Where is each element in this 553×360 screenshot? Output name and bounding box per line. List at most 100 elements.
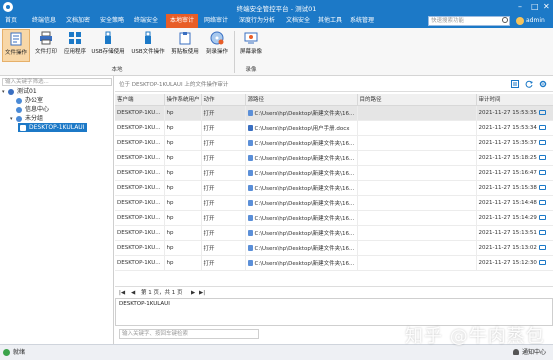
exe-file-icon (247, 155, 253, 161)
screenshot-monitor-icon[interactable] (538, 109, 546, 115)
screenshot-monitor-icon[interactable] (538, 184, 546, 190)
table-row[interactable]: DESKTOP-1KU... hp 打开 C:\Users\hp\Desktop… (115, 195, 553, 211)
table-row[interactable]: DESKTOP-1KU... hp 打开 C:\Users\hp\Desktop… (115, 165, 553, 181)
file-print-button[interactable]: 文件打印 (32, 29, 60, 62)
group-icon (8, 88, 14, 95)
screen-record-button[interactable]: 屏幕录像 (237, 29, 265, 62)
cell-audit-time: 2021-11-27 15:13:02 (476, 240, 553, 256)
cell-dest-path (357, 195, 477, 211)
clipboard-usage-label: 剪贴板使用 (171, 49, 199, 55)
file-operation-button[interactable]: 文件操作 (2, 29, 30, 62)
minimize-icon[interactable]: – (518, 1, 522, 12)
table-row[interactable]: DESKTOP-1KU... hp 打开 C:\Users\hp\Desktop… (115, 225, 553, 241)
cell-dest-path (357, 165, 477, 181)
screenshot-monitor-icon[interactable] (538, 199, 546, 205)
tree-node-desktop-1kulaui[interactable]: DESKTOP-1KULAUI (18, 123, 88, 132)
audit-time-text: 2021-11-27 15:12:30 (478, 259, 537, 266)
menu-item-behavior-analysis[interactable]: 深度行为分析 (236, 14, 278, 28)
column-header-client[interactable]: 客户端 (115, 94, 165, 106)
applications-button[interactable]: 应用程序 (61, 29, 89, 62)
exe-file-icon (247, 200, 253, 206)
cell-action: 打开 (201, 150, 246, 166)
cell-audit-time: 2021-11-27 15:13:51 (476, 225, 553, 241)
clipboard-usage-button[interactable]: 剪贴板使用 (169, 29, 201, 62)
cell-audit-time: 2021-11-27 15:12:30 (476, 255, 553, 271)
export-icon[interactable] (511, 80, 519, 88)
audit-time-text: 2021-11-27 15:14:48 (478, 199, 537, 206)
screenshot-monitor-icon[interactable] (538, 169, 546, 175)
exe-file-icon (247, 215, 253, 221)
exe-file-icon (247, 185, 253, 191)
bell-icon[interactable] (513, 349, 519, 355)
usb-storage-icon (105, 31, 111, 44)
screenshot-monitor-icon[interactable] (538, 229, 546, 235)
maximize-icon[interactable]: □ (531, 1, 539, 12)
table-row[interactable]: DESKTOP-1KU... hp 打开 C:\Users\hp\Desktop… (115, 180, 553, 196)
cell-audit-time: 2021-11-27 15:53:35 (476, 105, 553, 121)
tree-node-info-center[interactable]: 信息中心 (10, 105, 49, 114)
tree-node-label: 信息中心 (25, 106, 50, 113)
group-icon (16, 97, 22, 104)
column-header-dest-path[interactable]: 目的路径 (357, 94, 477, 106)
column-header-os-user[interactable]: 操作系统用户 (164, 94, 202, 106)
cell-client: DESKTOP-1KU... (115, 225, 165, 241)
usb-storage-button[interactable]: USB存储使用 (89, 29, 127, 62)
table-row[interactable]: DESKTOP-1KU... hp 打开 C:\Users\hp\Desktop… (115, 105, 553, 121)
menu-item-network-audit[interactable]: 网络审计 (202, 14, 230, 28)
cell-client: DESKTOP-1KU... (115, 105, 165, 121)
cell-user: hp (164, 150, 202, 166)
close-icon[interactable]: ✕ (543, 1, 550, 12)
audit-time-text: 2021-11-27 15:14:29 (478, 214, 537, 221)
table-row[interactable]: DESKTOP-1KU... hp 打开 C:\Users\hp\Desktop… (115, 210, 553, 226)
search-icon[interactable] (502, 17, 508, 23)
menu-item-other-tools[interactable]: 其他工具 (316, 14, 344, 28)
menu-item-local-audit[interactable]: 本地审计 (166, 14, 198, 28)
tree-node-office[interactable]: 办公室 (10, 96, 43, 105)
tree-node-test01[interactable]: ▾ 测试01 (2, 87, 37, 96)
menu-item-terminal-security[interactable]: 终端安全 (132, 14, 160, 28)
usb-storage-label: USB存储使用 (91, 49, 125, 55)
screen-record-label: 屏幕录像 (239, 49, 262, 55)
quick-search-input[interactable]: 快速搜索功能 (428, 16, 510, 26)
user-menu[interactable]: admin (516, 16, 545, 26)
exe-file-icon (247, 110, 253, 116)
menu-item-doc-encryption[interactable]: 文档加密 (64, 14, 92, 28)
tree-node-ungrouped[interactable]: ▾ 未分组 (10, 114, 43, 123)
table-row[interactable]: DESKTOP-1KU... hp 打开 C:\Users\hp\Desktop… (115, 240, 553, 256)
screenshot-monitor-icon[interactable] (538, 214, 546, 220)
screenshot-monitor-icon[interactable] (538, 124, 546, 130)
screenshot-monitor-icon[interactable] (538, 259, 546, 265)
table-row[interactable]: DESKTOP-1KU... hp 打开 C:\Users\hp\Desktop… (115, 255, 553, 271)
menu-item-home[interactable]: 首页 (0, 14, 22, 28)
table-row[interactable]: DESKTOP-1KU... hp 打开 C:\Users\hp\Desktop… (115, 150, 553, 166)
table-row[interactable]: DESKTOP-1KU... hp 打开 C:\Users\hp\Desktop… (115, 135, 553, 151)
screenshot-monitor-icon[interactable] (538, 139, 546, 145)
menu-item-security-policy[interactable]: 安全策略 (98, 14, 126, 28)
table-row[interactable]: DESKTOP-1KU... hp 打开 C:\Users\hp\Desktop… (115, 120, 553, 136)
burn-operation-button[interactable]: 刻录操作 (203, 29, 231, 62)
usb-file-operation-button[interactable]: USB文件操作 (129, 29, 167, 62)
tree-node-label: DESKTOP-1KULAUI (29, 124, 85, 131)
settings-icon[interactable] (539, 80, 547, 88)
column-header-source-path[interactable]: 源路径 (245, 94, 358, 106)
burn-disc-icon (210, 31, 224, 45)
menu-item-doc-security[interactable]: 文档安全 (284, 14, 312, 28)
title-bar: 终端安全管控平台 - 测试01 – □ ✕ (0, 0, 553, 14)
cell-user: hp (164, 210, 202, 226)
clipboard-icon (179, 32, 191, 45)
cell-client: DESKTOP-1KU... (115, 210, 165, 226)
menu-item-system-management[interactable]: 系统管理 (348, 14, 376, 28)
refresh-icon[interactable] (525, 80, 533, 88)
screenshot-monitor-icon[interactable] (538, 154, 546, 160)
column-header-audit-time[interactable]: 审计时间 (476, 94, 553, 106)
watermark: 知乎 @牛肉蒸包 (405, 326, 545, 347)
menu-item-terminal-info[interactable]: 终端信息 (30, 14, 58, 28)
cell-source-path: C:\Users\hp\Desktop\新建文件夹\16... (245, 195, 358, 211)
keyword-search-input[interactable]: 输入关键字、按回车键检索 (119, 329, 259, 339)
window-title: 终端安全管控平台 - 测试01 (236, 5, 317, 13)
file-operation-label: 文件操作 (4, 50, 27, 56)
audit-time-text: 2021-11-27 15:35:37 (478, 139, 537, 146)
column-header-action[interactable]: 动作 (201, 94, 246, 106)
tree-filter-input[interactable]: 输入关键字筛选... (2, 78, 112, 86)
screenshot-monitor-icon[interactable] (538, 244, 546, 250)
